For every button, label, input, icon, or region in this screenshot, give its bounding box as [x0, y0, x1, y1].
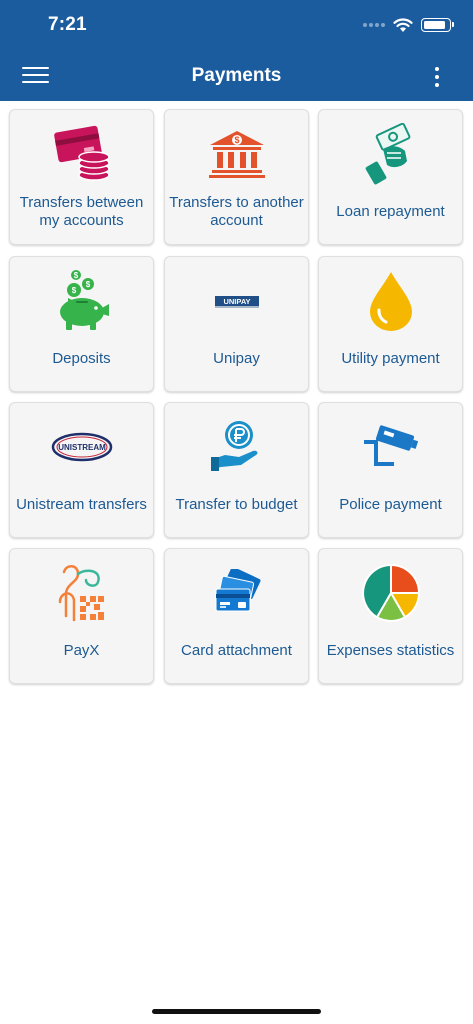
piggy-bank-icon: $ $ $ [59, 270, 109, 330]
tile-label: Transfers to another account [169, 194, 304, 229]
svg-text:UNISTREAM: UNISTREAM [58, 443, 106, 452]
signal-icon [363, 23, 385, 27]
tile-transfer-to-budget[interactable]: Transfer to budget [164, 402, 309, 538]
svg-text:$: $ [71, 286, 76, 295]
tile-label: Police payment [339, 496, 442, 513]
top-bar: 7:21 Payments [0, 0, 473, 101]
tile-label: Loan repayment [336, 203, 445, 220]
tile-label: Unistream transfers [16, 496, 147, 513]
tile-label: Transfers between my accounts [19, 194, 144, 229]
oil-drop-icon [369, 272, 412, 331]
unistream-logo: UNISTREAM [51, 432, 112, 462]
pie-chart-icon [361, 563, 420, 622]
tile-label: Transfer to budget [175, 496, 298, 513]
wifi-icon [393, 18, 413, 32]
tile-transfers-between-accounts[interactable]: Transfers between my accounts [9, 109, 154, 245]
unipay-logo: UNIPAY [214, 296, 259, 308]
svg-text:$: $ [234, 135, 239, 145]
tile-unistream-transfers[interactable]: UNISTREAM Unistream transfers [9, 402, 154, 538]
card-coins-icon [53, 125, 110, 181]
tile-deposits[interactable]: $ $ $ Deposits [9, 256, 154, 392]
svg-text:$: $ [73, 271, 78, 280]
tile-label: Deposits [52, 350, 111, 367]
bank-icon: $ [208, 131, 265, 178]
cards-icon [215, 569, 260, 612]
police-camera-icon [363, 425, 418, 466]
tile-utility-payment[interactable]: Utility payment [318, 256, 463, 392]
hand-money-icon [365, 123, 410, 185]
svg-text:$: $ [85, 280, 90, 289]
more-options-button[interactable] [431, 66, 443, 88]
hand-coin-icon [210, 421, 257, 471]
tile-loan-repayment[interactable]: Loan repayment [318, 109, 463, 245]
status-time: 7:21 [48, 14, 87, 35]
tile-payx[interactable]: PayX [9, 548, 154, 684]
battery-icon [421, 18, 454, 32]
svg-text:UNIPAY: UNIPAY [223, 297, 250, 306]
tile-expenses-statistics[interactable]: Expenses statistics [318, 548, 463, 684]
tile-label: Expenses statistics [326, 642, 455, 659]
payx-icon [58, 565, 104, 622]
tile-label: Card attachment [181, 642, 292, 659]
tile-card-attachment[interactable]: Card attachment [164, 548, 309, 684]
tile-label: PayX [63, 642, 100, 659]
tile-police-payment[interactable]: Police payment [318, 402, 463, 538]
status-icons [363, 17, 454, 33]
tile-transfers-another-account[interactable]: $ Transfers to another account [164, 109, 309, 245]
home-indicator[interactable] [152, 1009, 321, 1014]
page-title: Payments [191, 65, 282, 86]
tile-label: Unipay [213, 350, 260, 367]
tile-label: Utility payment [341, 350, 440, 367]
tile-unipay[interactable]: UNIPAY Unipay [164, 256, 309, 392]
